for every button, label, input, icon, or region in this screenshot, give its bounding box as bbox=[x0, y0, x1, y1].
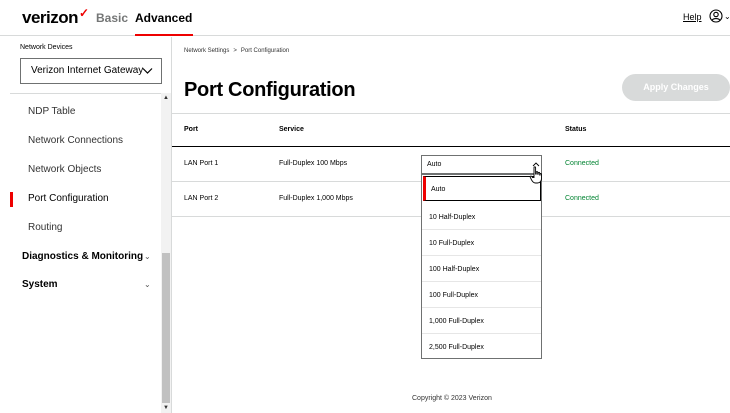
port-speed-select-value: Auto bbox=[427, 161, 442, 168]
breadcrumb-port-configuration: Port Configuration bbox=[240, 48, 290, 54]
sidebar-group-diagnostics[interactable]: Diagnostics & Monitoring bbox=[22, 251, 143, 262]
port-speed-dropdown: Auto 10 Half-Duplex 10 Full-Duplex 100 H… bbox=[421, 174, 542, 359]
port-speed-select[interactable]: Auto bbox=[421, 155, 542, 174]
option-100-full-duplex[interactable]: 100 Full-Duplex bbox=[422, 283, 541, 308]
chevron-down-icon[interactable]: ⌄ bbox=[144, 252, 151, 261]
sidebar-divider bbox=[10, 93, 162, 94]
option-2500-full-duplex[interactable]: 2,500 Full-Duplex bbox=[422, 335, 541, 360]
chevron-down-icon bbox=[142, 68, 153, 74]
sidebar: Network Devices Verizon Internet Gateway… bbox=[0, 37, 172, 413]
option-100-half-duplex[interactable]: 100 Half-Duplex bbox=[422, 257, 541, 282]
copyright-text: Copyright © 2023 Verizon bbox=[412, 395, 492, 402]
table-header-underline bbox=[172, 146, 730, 147]
hand-cursor-icon bbox=[529, 166, 542, 184]
column-header-port: Port bbox=[184, 126, 198, 133]
option-auto[interactable]: Auto bbox=[423, 176, 541, 201]
sidebar-item-network-connections[interactable]: Network Connections bbox=[28, 135, 123, 146]
apply-changes-button[interactable]: Apply Changes bbox=[622, 74, 730, 101]
device-select-value: Verizon Internet Gateway bbox=[31, 65, 144, 76]
breadcrumb: Network Settings > Port Configuration bbox=[184, 48, 289, 54]
column-header-status: Status bbox=[565, 126, 587, 133]
verizon-logo[interactable]: verizon✓ bbox=[22, 6, 89, 28]
option-1000-full-duplex[interactable]: 1,000 Full-Duplex bbox=[422, 309, 541, 334]
row2-port: LAN Port 2 bbox=[184, 195, 219, 202]
sidebar-item-routing[interactable]: Routing bbox=[28, 222, 62, 233]
option-10-full-duplex[interactable]: 10 Full-Duplex bbox=[422, 231, 541, 256]
row1-service: Full-Duplex 100 Mbps bbox=[279, 160, 348, 167]
top-bar: verizon✓ Basic Advanced Help ⌄ bbox=[0, 0, 730, 36]
network-devices-label: Network Devices bbox=[20, 44, 73, 51]
user-circle-icon[interactable] bbox=[709, 9, 723, 23]
header-divider bbox=[172, 113, 730, 114]
row2-status: Connected bbox=[565, 195, 599, 202]
column-header-service: Service bbox=[279, 126, 304, 133]
sidebar-item-port-configuration[interactable]: Port Configuration bbox=[28, 193, 109, 204]
logo-check-icon: ✓ bbox=[79, 6, 89, 20]
tab-basic[interactable]: Basic bbox=[96, 11, 128, 25]
sidebar-group-system[interactable]: System bbox=[22, 279, 58, 290]
chevron-down-icon[interactable]: ⌄ bbox=[144, 280, 151, 289]
sidebar-item-ndp-table[interactable]: NDP Table bbox=[28, 106, 75, 117]
user-menu-caret-icon[interactable]: ⌄ bbox=[724, 12, 730, 21]
option-10-half-duplex[interactable]: 10 Half-Duplex bbox=[422, 205, 541, 230]
sidebar-scrollbar[interactable]: ▲ ▼ bbox=[161, 93, 171, 413]
row1-port: LAN Port 1 bbox=[184, 160, 219, 167]
breadcrumb-network-settings[interactable]: Network Settings bbox=[184, 48, 229, 54]
row2-service: Full-Duplex 1,000 Mbps bbox=[279, 195, 353, 202]
breadcrumb-separator: > bbox=[233, 48, 237, 54]
device-select[interactable]: Verizon Internet Gateway bbox=[20, 58, 162, 84]
page-title: Port Configuration bbox=[184, 79, 356, 101]
scrollbar-thumb[interactable] bbox=[162, 253, 170, 403]
active-item-indicator bbox=[10, 192, 13, 207]
help-link[interactable]: Help bbox=[683, 12, 702, 22]
active-tab-indicator bbox=[135, 34, 193, 36]
scroll-down-icon[interactable]: ▼ bbox=[161, 405, 171, 411]
logo-text: verizon bbox=[22, 8, 79, 27]
scroll-up-icon[interactable]: ▲ bbox=[161, 95, 171, 101]
row1-status: Connected bbox=[565, 160, 599, 167]
tab-advanced[interactable]: Advanced bbox=[135, 11, 192, 25]
sidebar-item-network-objects[interactable]: Network Objects bbox=[28, 164, 101, 175]
